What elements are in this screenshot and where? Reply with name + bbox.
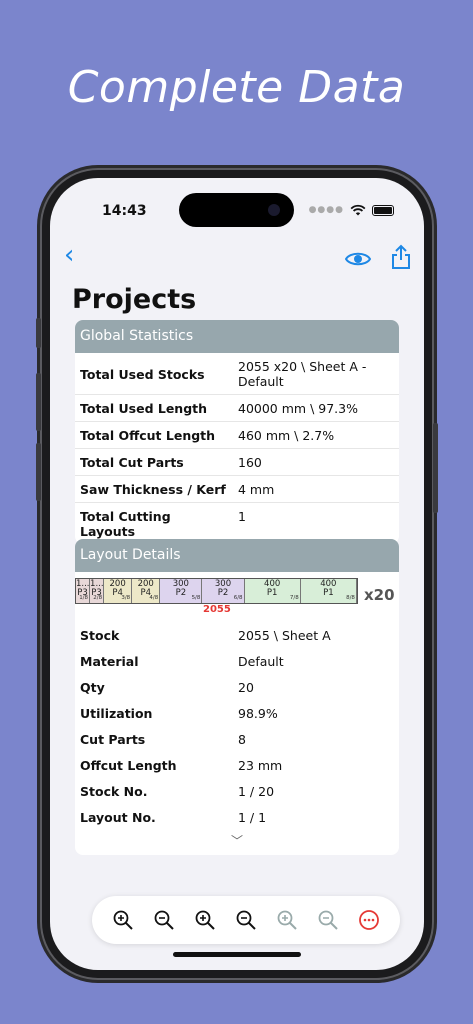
row-label: Saw Thickness / Kerf	[75, 475, 233, 503]
layout-multiplier: x20	[364, 586, 395, 604]
row-value: 4 mm	[233, 475, 399, 503]
table-row: Material Default	[75, 648, 399, 674]
table-row: Total Cut Parts 160	[75, 448, 399, 476]
row-value: 2055 \ Sheet A	[238, 628, 331, 643]
row-value: 98.9%	[238, 706, 278, 721]
dynamic-island	[179, 193, 294, 227]
row-value: 1 / 20	[238, 784, 275, 799]
cut-part-segment[interactable]: 200 P4 4/8	[132, 579, 161, 603]
global-statistics-table: Total Used Stocks 2055 x20 \ Sheet A - D…	[75, 353, 399, 544]
row-label: Offcut Length	[80, 758, 177, 773]
table-row: Stock No. 1 / 20	[75, 778, 399, 804]
row-value: 160	[233, 448, 399, 476]
share-icon[interactable]	[390, 244, 412, 270]
cut-part-segment[interactable]: 400 P1 7/8	[244, 579, 301, 603]
phone-frame: 14:43 ●●●● ‹ Projects Global Statistics	[36, 168, 438, 980]
global-statistics-section: Global Statistics Total Used Stocks 2055…	[75, 320, 399, 544]
part-index-label: 2/8	[93, 595, 103, 601]
table-row: Total Offcut Length 460 mm \ 2.7%	[75, 421, 399, 449]
row-label: Total Cut Parts	[75, 448, 233, 476]
signal-icon: ●●●●	[308, 205, 344, 215]
page-title: Projects	[72, 284, 197, 315]
row-label: Material	[80, 654, 139, 669]
zoom-out-icon[interactable]	[235, 909, 257, 931]
eye-icon[interactable]	[345, 250, 371, 268]
row-label: Total Offcut Length	[75, 421, 233, 449]
cut-part-segment[interactable]: 1... P3 2/8	[90, 579, 105, 603]
table-row: Qty 20	[75, 674, 399, 700]
row-value: 40000 mm \ 97.3%	[233, 394, 399, 422]
part-index-label: 1/8	[79, 595, 89, 601]
part-index-label: 8/8	[346, 595, 355, 601]
more-icon[interactable]	[358, 909, 380, 931]
table-row: Total Used Stocks 2055 x20 \ Sheet A - D…	[75, 353, 399, 395]
power-button	[433, 423, 438, 513]
layout-details-section: Layout Details 1... P3 1/8 1... P3 2/8 200 P4 3/…	[75, 539, 399, 855]
table-row: Cut Parts 8	[75, 726, 399, 752]
stock-length-label: 2055	[203, 604, 231, 615]
row-label: Layout No.	[80, 810, 156, 825]
part-index-label: 3/8	[121, 595, 131, 601]
row-label: Qty	[80, 680, 105, 695]
table-row: Total Used Length 40000 mm \ 97.3%	[75, 394, 399, 422]
expand-chevron-icon[interactable]: ﹀	[75, 830, 399, 855]
zoom-in-disabled-icon[interactable]	[276, 909, 298, 931]
headline: Complete Data	[67, 62, 406, 113]
table-row: Total Cutting Layouts 1	[75, 503, 399, 545]
layout-details-table: Stock 2055 \ Sheet A Material Default Qt…	[75, 622, 399, 830]
row-label: Total Cutting Layouts	[80, 509, 171, 539]
back-chevron-icon[interactable]: ‹	[64, 240, 74, 270]
row-label: Utilization	[80, 706, 153, 721]
table-row: Layout No. 1 / 1	[75, 804, 399, 830]
cut-part-segment[interactable]: 300 P2 5/8	[160, 579, 203, 603]
row-label: Total Used Length	[75, 394, 233, 422]
table-row: Stock 2055 \ Sheet A	[75, 622, 399, 648]
row-value: 1	[238, 509, 246, 524]
row-value: 8	[238, 732, 246, 747]
status-time: 14:43	[102, 203, 147, 219]
status-indicators: ●●●●	[309, 204, 394, 216]
mute-switch	[36, 318, 41, 348]
zoom-toolbar	[92, 896, 400, 944]
row-value: 20	[238, 680, 254, 695]
row-value: 2055 x20 \ Sheet A - Default	[233, 353, 399, 395]
cutting-layout-diagram[interactable]: 1... P3 1/8 1... P3 2/8 200 P4 3/8 200 P4 4/8 300 P2 5…	[75, 572, 399, 622]
cut-part-segment[interactable]: 200 P4 3/8	[104, 579, 133, 603]
cut-part-segment[interactable]: 300 P2 6/8	[202, 579, 245, 603]
zoom-out-icon[interactable]	[153, 909, 175, 931]
part-index-label: 6/8	[233, 595, 243, 601]
cut-part-segment[interactable]: 1... P3 1/8	[76, 579, 91, 603]
row-value: 460 mm \ 2.7%	[233, 421, 399, 449]
row-value: Default	[238, 654, 284, 669]
table-row: Saw Thickness / Kerf 4 mm	[75, 475, 399, 503]
row-label: Cut Parts	[80, 732, 146, 747]
row-label: Stock	[80, 628, 120, 643]
zoom-in-icon[interactable]	[194, 909, 216, 931]
row-value: 23 mm	[238, 758, 283, 773]
part-index-label: 7/8	[289, 595, 299, 601]
zoom-in-icon[interactable]	[112, 909, 134, 931]
home-indicator[interactable]	[173, 952, 301, 957]
section-header: Layout Details	[75, 539, 399, 572]
row-value: 1 / 1	[238, 810, 267, 825]
cut-part-segment[interactable]: 400 P1 8/8	[300, 579, 357, 603]
stock-bar[interactable]: 1... P3 1/8 1... P3 2/8 200 P4 3/8 200 P4 4/8 300 P2 5…	[75, 578, 358, 604]
part-index-label: 4/8	[149, 595, 159, 601]
table-row: Offcut Length 23 mm	[75, 752, 399, 778]
row-label: Total Used Stocks	[75, 353, 233, 395]
part-index-label: 5/8	[191, 595, 201, 601]
row-label: Stock No.	[80, 784, 148, 799]
section-header: Global Statistics	[75, 320, 399, 353]
table-row: Utilization 98.9%	[75, 700, 399, 726]
battery-icon	[372, 204, 394, 216]
wifi-icon	[350, 204, 366, 216]
app-screen: 14:43 ●●●● ‹ Projects Global Statistics	[50, 178, 424, 970]
zoom-out-disabled-icon[interactable]	[317, 909, 339, 931]
volume-down-button	[36, 443, 41, 501]
volume-up-button	[36, 373, 41, 431]
